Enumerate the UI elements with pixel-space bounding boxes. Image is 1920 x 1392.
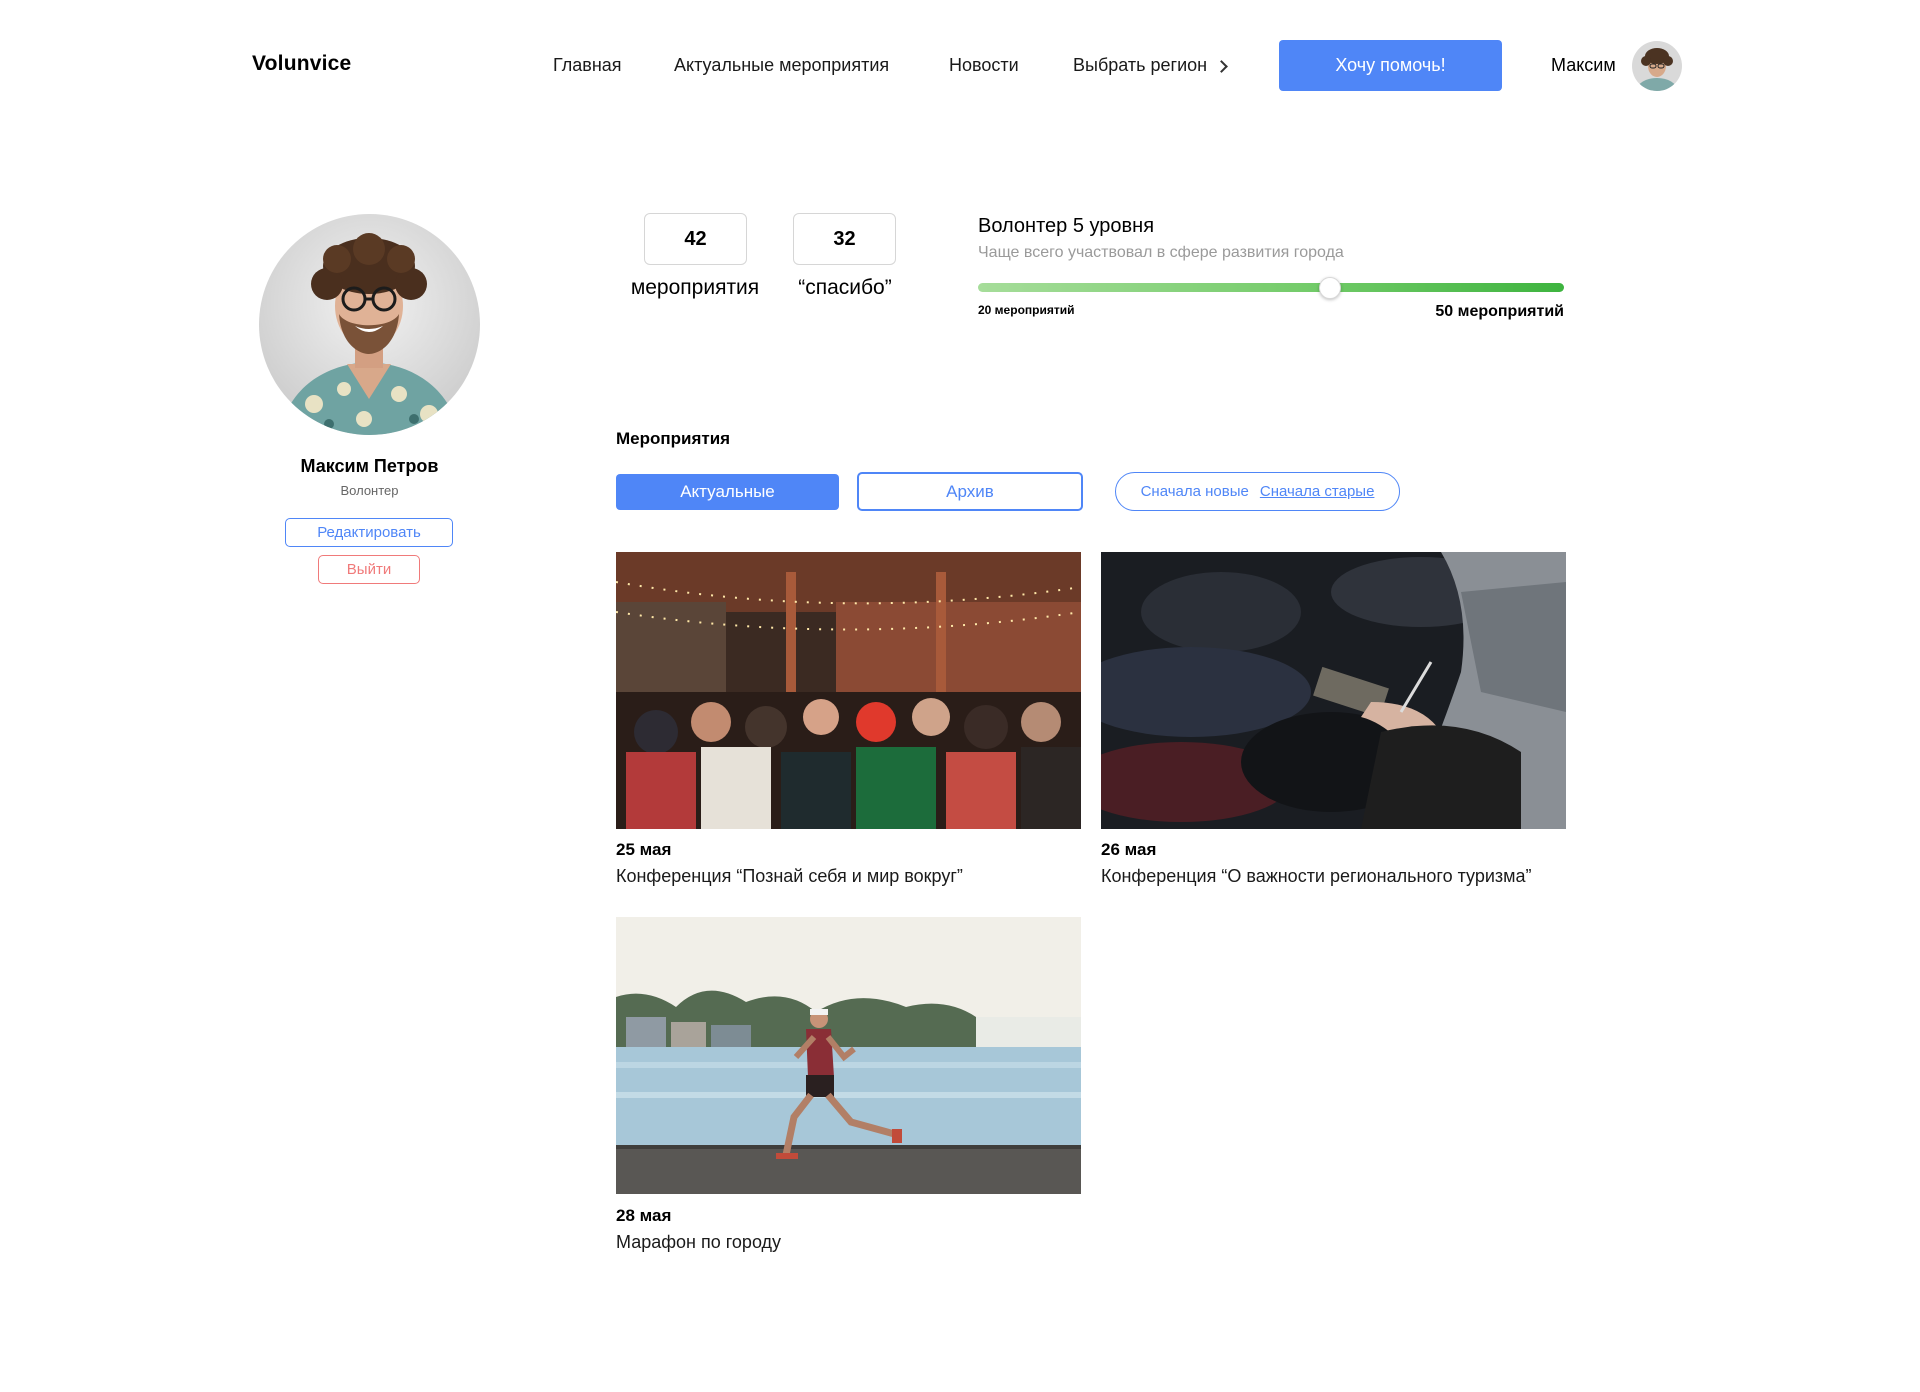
tab-current[interactable]: Актуальные: [616, 474, 839, 510]
nav-news[interactable]: Новости: [949, 55, 1019, 76]
header-avatar[interactable]: [1632, 41, 1682, 91]
profile-photo: [259, 214, 480, 435]
stat-events-count: 42: [644, 213, 747, 265]
event-image[interactable]: [616, 917, 1081, 1194]
sort-oldest-first[interactable]: Сначала старые: [1260, 483, 1375, 500]
stat-thanks-count: 32: [793, 213, 896, 265]
nav-current-events[interactable]: Актуальные мероприятия: [674, 55, 889, 76]
sort-newest-first[interactable]: Сначала новые: [1141, 483, 1249, 500]
event-date: 28 мая: [616, 1206, 672, 1225]
level-title: Волонтер 5 уровня: [978, 215, 1155, 237]
edit-profile-button[interactable]: Редактировать: [285, 518, 453, 547]
event-image[interactable]: [616, 552, 1081, 829]
events-section-title: Мероприятия: [616, 429, 731, 448]
header-user-name[interactable]: Максим: [1551, 55, 1616, 76]
level-min-label: 20 мероприятий: [978, 303, 1075, 317]
level-progress-track: [978, 283, 1564, 292]
stat-thanks-label: “спасибо”: [798, 276, 892, 299]
nav-choose-region-label: Выбрать регион: [1073, 55, 1208, 75]
logout-button[interactable]: Выйти: [318, 555, 420, 584]
event-title[interactable]: Марафон по городу: [616, 1232, 781, 1253]
event-date: 25 мая: [616, 840, 672, 859]
nav-choose-region[interactable]: Выбрать регион: [1073, 55, 1228, 76]
chevron-right-icon: [1215, 59, 1228, 73]
level-progress-knob[interactable]: [1318, 277, 1341, 299]
stat-events-label: мероприятия: [630, 276, 760, 299]
profile-role: Волонтер: [340, 483, 399, 498]
sort-toggle: Сначала новые Сначала старые: [1115, 472, 1400, 511]
profile-name: Максим Петров: [300, 456, 439, 476]
nav-home[interactable]: Главная: [553, 55, 622, 76]
event-date: 26 мая: [1101, 840, 1157, 859]
event-title[interactable]: Конференция “Познай себя и мир вокруг”: [616, 866, 963, 887]
event-image[interactable]: [1101, 552, 1566, 829]
level-subtitle: Чаще всего участвовал в сфере развития г…: [978, 244, 1344, 261]
event-title[interactable]: Конференция “О важности регионального ту…: [1101, 866, 1532, 887]
logo[interactable]: Volunvice: [252, 52, 351, 76]
level-max-label: 50 мероприятий: [1435, 303, 1564, 320]
tab-archive[interactable]: Архив: [857, 472, 1083, 511]
want-to-help-button[interactable]: Хочу помочь!: [1279, 40, 1502, 91]
